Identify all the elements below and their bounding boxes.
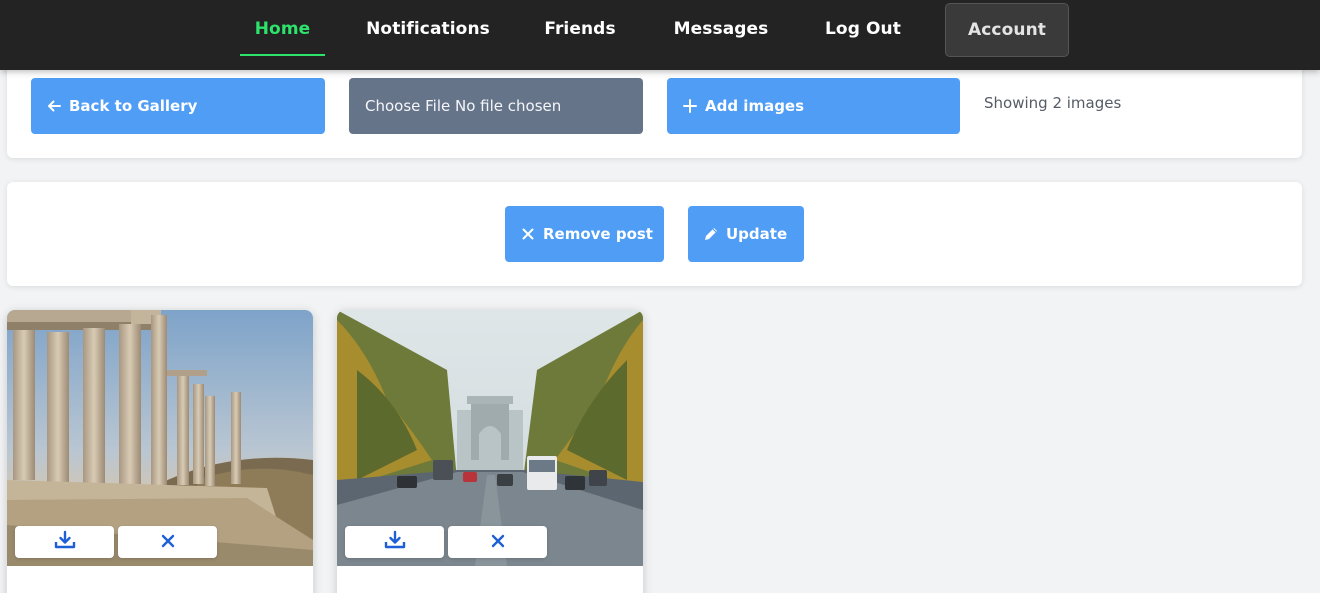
download-icon	[384, 530, 406, 554]
close-icon	[491, 533, 505, 552]
back-to-gallery-button[interactable]: Back to Gallery	[31, 78, 325, 134]
gallery-image-card	[337, 310, 643, 593]
pencil-icon	[702, 225, 720, 243]
nav-logout-link[interactable]: Log Out	[818, 0, 908, 58]
add-images-button[interactable]: Add images	[667, 78, 960, 134]
nav-home-link[interactable]: Home	[240, 0, 325, 58]
download-icon	[54, 530, 76, 554]
remove-image-button[interactable]	[118, 526, 217, 558]
post-actions-card: Remove post Update	[7, 182, 1302, 286]
plus-icon	[681, 97, 699, 115]
arrow-left-icon	[45, 97, 63, 115]
close-icon	[519, 225, 537, 243]
update-button[interactable]: Update	[688, 206, 804, 262]
nav-friends-link[interactable]: Friends	[538, 0, 622, 58]
nav-notifications-link[interactable]: Notifications	[360, 0, 496, 58]
nav-account-button[interactable]: Account	[945, 3, 1069, 57]
download-image-button[interactable]	[15, 526, 114, 558]
top-navbar: Home Notifications Friends Messages Log …	[0, 0, 1320, 70]
update-label: Update	[726, 225, 788, 243]
nav-messages-link[interactable]: Messages	[664, 0, 778, 58]
file-input[interactable]: Choose File No file chosen	[349, 78, 643, 134]
close-icon	[161, 533, 175, 552]
remove-image-button[interactable]	[448, 526, 547, 558]
add-images-label: Add images	[705, 97, 805, 115]
file-input-label: Choose File No file chosen	[365, 97, 562, 115]
remove-post-label: Remove post	[543, 225, 653, 243]
back-to-gallery-label: Back to Gallery	[69, 97, 198, 115]
remove-post-button[interactable]: Remove post	[505, 206, 664, 262]
gallery-toolbar-card: Back to Gallery Choose File No file chos…	[7, 58, 1302, 158]
download-image-button[interactable]	[345, 526, 444, 558]
gallery-image-card	[7, 310, 313, 593]
image-count-text: Showing 2 images	[984, 94, 1122, 112]
